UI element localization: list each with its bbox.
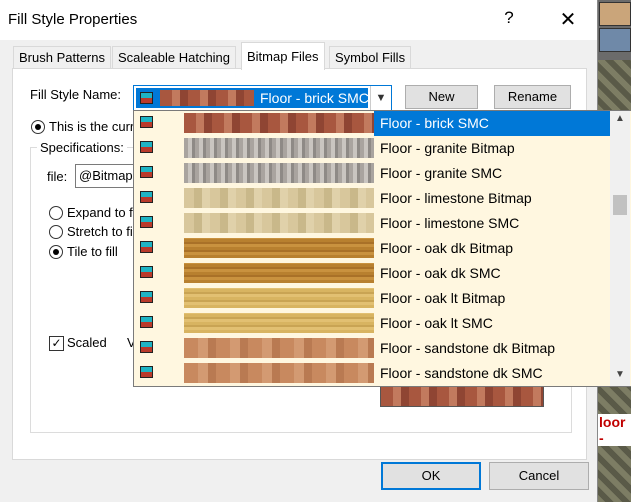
- fill-swatch: [184, 313, 374, 333]
- fill-swatch: [184, 138, 374, 158]
- picture-icon: [140, 191, 153, 203]
- fill-swatch: [184, 363, 374, 383]
- combobox-value-text: Floor - brick SMC: [260, 90, 369, 106]
- dropdown-item-label: Floor - sandstone dk SMC: [380, 365, 543, 381]
- fill-swatch: [184, 163, 374, 183]
- picture-icon: [140, 316, 153, 328]
- tab-symbol-fills[interactable]: Symbol Fills: [329, 46, 412, 69]
- dropdown-item-label: Floor - sandstone dk Bitmap: [380, 340, 556, 356]
- dropdown-item[interactable]: Floor - sandstone dk SMC: [134, 361, 610, 386]
- fill-style-name-label: Fill Style Name:: [30, 87, 122, 102]
- dropdown-item-label: Floor - granite SMC: [380, 165, 503, 181]
- current-style-radio[interactable]: [31, 120, 45, 134]
- dropdown-item-label: Floor - brick SMC: [374, 111, 610, 136]
- dropdown-item-label: Floor - oak dk SMC: [380, 265, 501, 281]
- current-style-label: This is the curr: [49, 119, 135, 134]
- dropdown-item[interactable]: Floor - granite SMC: [134, 161, 610, 186]
- tab-scaleable-hatching[interactable]: Scaleable Hatching: [112, 46, 237, 69]
- bitmap-preview-image: [380, 384, 544, 407]
- picture-icon: [140, 92, 153, 104]
- picture-icon: [140, 166, 153, 178]
- dropdown-scrollbar[interactable]: ▲ ▼: [610, 111, 630, 386]
- dropdown-item-label: Floor - limestone SMC: [380, 215, 520, 231]
- picture-icon: [140, 116, 153, 128]
- picture-icon: [140, 366, 153, 378]
- fill-swatch: [184, 238, 374, 258]
- stretch-to-fit-label: Stretch to fi: [67, 224, 133, 239]
- title-bar: Fill Style Properties ? ✕: [0, 0, 597, 40]
- fill-swatch: [184, 263, 374, 283]
- fill-swatch: [184, 213, 374, 233]
- dropdown-item-label: Floor - oak lt SMC: [380, 315, 493, 331]
- dropdown-item-label: Floor - limestone Bitmap: [380, 190, 532, 206]
- dropdown-item[interactable]: Floor - oak lt Bitmap: [134, 286, 610, 311]
- picture-icon: [140, 216, 153, 228]
- tile-to-fill-label: Tile to fill: [67, 244, 118, 259]
- picture-icon: [140, 241, 153, 253]
- chevron-down-icon[interactable]: ▼: [610, 369, 630, 380]
- dropdown-item-label: Floor - oak dk Bitmap: [380, 240, 514, 256]
- close-button[interactable]: ✕: [548, 6, 588, 34]
- scaled-label: Scaled: [67, 335, 107, 350]
- background-map-label: loor -: [597, 414, 631, 446]
- dropdown-item-label: Floor - granite Bitmap: [380, 140, 515, 156]
- file-label: file:: [47, 169, 68, 184]
- dropdown-item[interactable]: Floor - limestone SMC: [134, 211, 610, 236]
- chevron-up-icon[interactable]: ▲: [610, 113, 630, 124]
- fill-style-name-combobox[interactable]: Floor - brick SMC ▼: [133, 85, 392, 111]
- dropdown-item[interactable]: Floor - limestone Bitmap: [134, 186, 610, 211]
- cancel-button[interactable]: Cancel: [489, 462, 589, 490]
- rename-button[interactable]: Rename: [494, 85, 571, 109]
- picture-icon: [140, 266, 153, 278]
- fill-style-dropdown-list: Floor - brick SMC Floor - granite Bitmap…: [133, 110, 631, 387]
- picture-icon: [140, 291, 153, 303]
- chevron-down-icon[interactable]: ▼: [370, 86, 391, 110]
- specifications-label: Specifications:: [37, 140, 127, 155]
- picture-icon: [140, 141, 153, 153]
- fill-swatch: [184, 188, 374, 208]
- scaled-checkbox[interactable]: ✓: [49, 336, 64, 351]
- expand-to-fit-radio[interactable]: [49, 206, 63, 220]
- dropdown-item[interactable]: Floor - granite Bitmap: [134, 136, 610, 161]
- fill-style-dialog: Fill Style Properties ? ✕ Brush Patterns…: [0, 0, 631, 502]
- fill-swatch: [184, 288, 374, 308]
- dropdown-item[interactable]: Floor - brick SMC: [134, 111, 610, 136]
- picture-icon: [140, 341, 153, 353]
- help-button[interactable]: ?: [494, 8, 524, 32]
- toolbar-thumbnail: [599, 2, 631, 26]
- toolbar-thumbnail: [599, 28, 631, 52]
- stretch-to-fit-radio[interactable]: [49, 225, 63, 239]
- dropdown-item-label: Floor - oak lt Bitmap: [380, 290, 506, 306]
- tile-to-fill-radio[interactable]: [49, 245, 63, 259]
- dropdown-item[interactable]: Floor - oak dk SMC: [134, 261, 610, 286]
- window-title: Fill Style Properties: [8, 11, 138, 28]
- dropdown-item[interactable]: Floor - oak dk Bitmap: [134, 236, 610, 261]
- dropdown-item[interactable]: Floor - oak lt SMC: [134, 311, 610, 336]
- scrollbar-thumb[interactable]: [613, 195, 627, 215]
- expand-to-fit-label: Expand to f: [67, 205, 133, 220]
- ok-button[interactable]: OK: [381, 462, 481, 490]
- fill-swatch: [184, 338, 374, 358]
- combobox-swatch: [160, 90, 254, 106]
- dropdown-item[interactable]: Floor - sandstone dk Bitmap: [134, 336, 610, 361]
- tab-brush-patterns[interactable]: Brush Patterns: [13, 46, 111, 69]
- fill-swatch: [184, 113, 374, 133]
- new-button[interactable]: New: [405, 85, 478, 109]
- combobox-selected-value: Floor - brick SMC: [136, 88, 369, 108]
- tab-bitmap-files[interactable]: Bitmap Files: [241, 42, 325, 70]
